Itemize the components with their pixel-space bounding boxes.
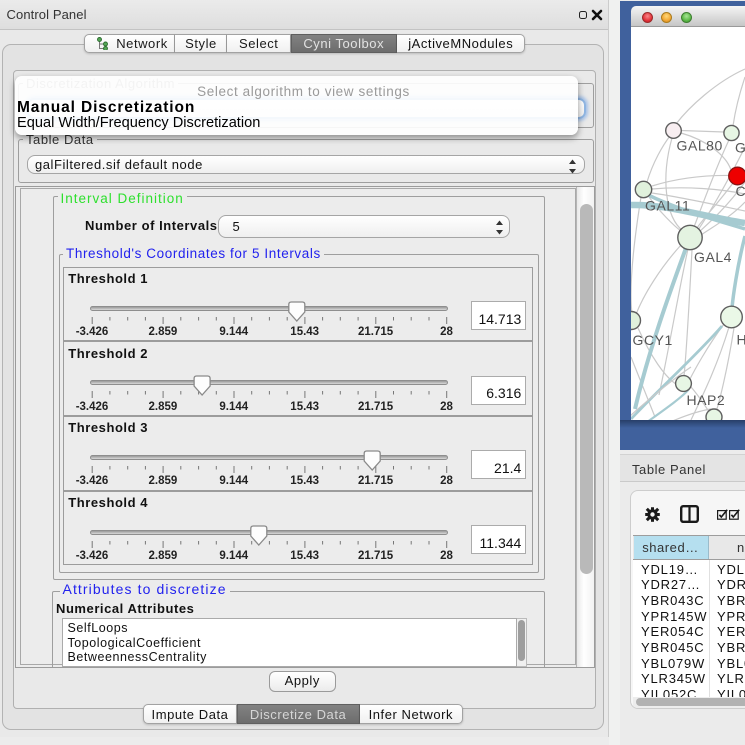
svg-text:GCY1: GCY1 [633,332,673,348]
svg-text:HAP2: HAP2 [687,392,726,408]
svg-text:GA: GA [735,140,745,156]
svg-text:GAL80: GAL80 [677,138,723,154]
svg-text:H: H [737,332,745,348]
svg-text:C: C [736,183,745,199]
svg-text:GAL4: GAL4 [694,249,732,265]
svg-text:GAL11: GAL11 [645,198,690,214]
